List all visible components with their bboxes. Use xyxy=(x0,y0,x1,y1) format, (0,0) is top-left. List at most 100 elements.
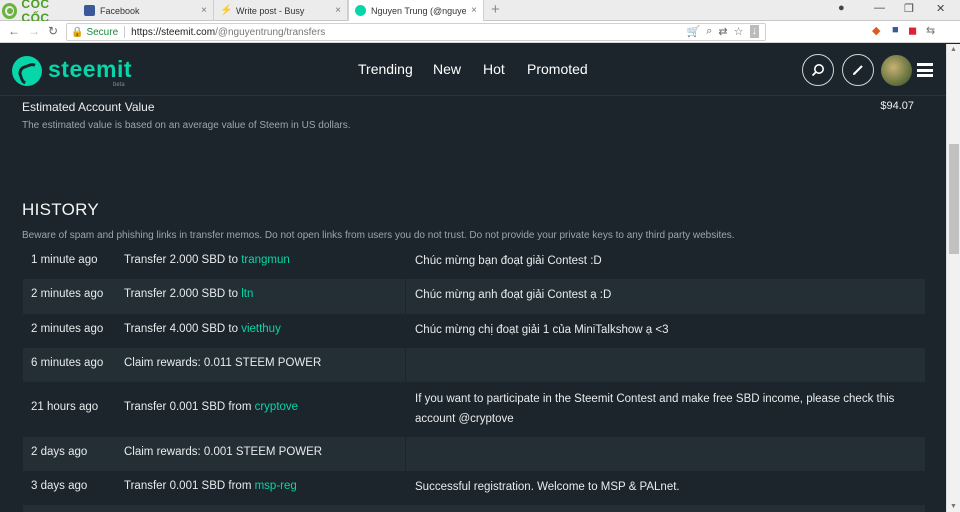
nav-promoted[interactable]: Promoted xyxy=(527,61,588,77)
url-host: https://steemit.com xyxy=(131,26,216,38)
reload-icon[interactable]: ↻ xyxy=(48,24,58,38)
table-row: 2 minutes ago Transfer 4.000 SBD to viet… xyxy=(23,314,925,348)
url-field[interactable]: 🔒 Secure https://steemit.com/@nguyentrun… xyxy=(66,23,766,41)
back-icon[interactable]: ← xyxy=(8,24,20,38)
star-icon[interactable]: ☆ xyxy=(734,25,744,38)
extension-red-icon[interactable]: ◼ xyxy=(908,24,917,37)
row-desc-text: Transfer 0.001 SBD from xyxy=(124,480,255,492)
row-time: 6 minutes ago xyxy=(31,357,104,369)
row-memo: Chúc mừng anh đoạt giải Contest ạ :D xyxy=(415,289,612,301)
close-icon[interactable]: × xyxy=(471,5,477,16)
extension-shield-icon[interactable]: ■ xyxy=(892,24,899,36)
row-description: Transfer 4.000 SBD to vietthuy xyxy=(124,323,281,335)
search-icon xyxy=(811,64,824,77)
address-bar: ← → ↻ 🔒 Secure https://steemit.com/@nguy… xyxy=(0,21,960,43)
zoom-icon[interactable]: ⌕ xyxy=(706,25,712,38)
omnibox-icons: 🛒 ⌕ ⇄ ☆ ↓ xyxy=(687,25,759,38)
divider xyxy=(405,279,406,314)
profile-icon[interactable]: ● xyxy=(838,2,845,14)
nav-trending[interactable]: Trending xyxy=(358,61,413,77)
facebook-icon xyxy=(84,5,95,16)
restore-icon[interactable]: ❐ xyxy=(904,2,914,15)
row-desc-text: Transfer 0.001 SBD from xyxy=(124,401,255,413)
row-user-link[interactable]: vietthuy xyxy=(241,323,281,335)
row-memo: Chúc mừng chị đoạt giải 1 của MiniTalksh… xyxy=(415,324,669,336)
secure-label: Secure xyxy=(86,26,119,38)
cart-icon[interactable]: 🛒 xyxy=(687,25,701,38)
history-heading: HISTORY xyxy=(22,200,100,219)
nav-new[interactable]: New xyxy=(433,61,461,77)
row-user-link[interactable]: trangmun xyxy=(241,254,290,266)
menu-icon[interactable] xyxy=(917,63,933,77)
nav-hot[interactable]: Hot xyxy=(483,61,505,77)
divider xyxy=(124,26,126,38)
row-description: Claim rewards: 0.011 STEEM POWER xyxy=(124,357,321,369)
row-description: Transfer 0.001 SBD from msp-reg xyxy=(124,480,297,492)
lock-icon: 🔒 xyxy=(71,26,84,38)
row-user-link[interactable]: msp-reg xyxy=(255,480,297,492)
steemit-wordmark[interactable]: steemit xyxy=(48,56,132,83)
coccoc-logo-icon xyxy=(2,2,18,19)
forward-icon[interactable]: → xyxy=(28,24,40,38)
new-tab-button[interactable]: + xyxy=(491,1,500,18)
tab-busy[interactable]: ⚡ Write post - Busy × xyxy=(214,0,348,21)
table-row xyxy=(23,505,925,512)
row-description: Transfer 2.000 SBD to ltn xyxy=(124,288,253,300)
divider xyxy=(405,437,406,471)
row-desc-text: Transfer 2.000 SBD to xyxy=(124,288,242,300)
url-path: /@nguyentrung/transfers xyxy=(215,26,326,38)
extension-settings-icon[interactable]: ⇆ xyxy=(926,24,935,37)
table-row: 3 days ago Transfer 0.001 SBD from msp-r… xyxy=(23,471,925,505)
steemit-favicon-icon xyxy=(355,5,366,16)
tab-title: Write post - Busy xyxy=(236,5,305,16)
browser-brand[interactable]: CỐC CỐC xyxy=(0,0,78,25)
avatar[interactable] xyxy=(881,55,912,86)
row-user-link[interactable]: cryptove xyxy=(255,401,298,413)
row-desc-text: Transfer 2.000 SBD to xyxy=(124,254,242,266)
history-table: 1 minute ago Transfer 2.000 SBD to trang… xyxy=(23,245,925,512)
account-value-description: The estimated value is based on an avera… xyxy=(22,120,351,131)
close-icon[interactable]: × xyxy=(335,5,341,16)
table-row: 2 minutes ago Transfer 2.000 SBD to ltn … xyxy=(23,279,925,314)
row-time: 3 days ago xyxy=(31,480,88,492)
browser-tab-strip: CỐC CỐC Facebook × ⚡ Write post - Busy ×… xyxy=(0,0,960,25)
row-user-link[interactable]: ltn xyxy=(241,288,253,300)
translate-icon[interactable]: ⇄ xyxy=(718,25,727,38)
tab-steemit[interactable]: Nguyen Trung (@nguyent × xyxy=(348,0,484,21)
scroll-down-icon[interactable]: ▼ xyxy=(950,503,957,510)
steemit-logo-icon[interactable] xyxy=(12,56,42,86)
close-icon[interactable]: × xyxy=(201,5,207,16)
row-time: 2 minutes ago xyxy=(31,288,104,300)
row-description: Transfer 0.001 SBD from cryptove xyxy=(124,401,298,413)
table-row: 1 minute ago Transfer 2.000 SBD to trang… xyxy=(23,245,925,279)
lightning-icon: ⚡ xyxy=(220,5,233,16)
tab-facebook[interactable]: Facebook × xyxy=(78,0,214,21)
window-close-icon[interactable]: ✕ xyxy=(936,2,945,15)
row-time: 2 minutes ago xyxy=(31,323,104,335)
row-description: Claim rewards: 0.001 STEEM POWER xyxy=(124,446,322,458)
tab-title: Nguyen Trung (@nguyent xyxy=(371,5,467,16)
table-row: 2 days ago Claim rewards: 0.001 STEEM PO… xyxy=(23,437,925,471)
write-post-button[interactable] xyxy=(842,54,874,86)
beta-label: beta xyxy=(113,82,125,88)
table-row: 21 hours ago Transfer 0.001 SBD from cry… xyxy=(23,382,925,437)
download-icon[interactable]: ↓ xyxy=(749,25,759,38)
search-button[interactable] xyxy=(802,54,834,86)
pencil-icon xyxy=(853,65,863,75)
scrollbar[interactable]: ▲ ▼ xyxy=(946,44,960,512)
wallet-content: Estimated Account Value $94.07 The estim… xyxy=(0,96,946,512)
divider xyxy=(405,348,406,382)
scrollbar-thumb[interactable] xyxy=(949,144,959,254)
row-time: 2 days ago xyxy=(31,446,88,458)
minimize-icon[interactable]: — xyxy=(874,2,885,14)
table-row: 6 minutes ago Claim rewards: 0.011 STEEM… xyxy=(23,348,925,382)
scroll-up-icon[interactable]: ▲ xyxy=(950,46,957,53)
row-memo: If you want to participate in the Steemi… xyxy=(415,393,895,425)
row-description: Transfer 2.000 SBD to trangmun xyxy=(124,254,290,266)
row-memo: Chúc mừng bạn đoạt giải Contest :D xyxy=(415,255,602,267)
tab-title: Facebook xyxy=(100,5,140,16)
account-value-amount[interactable]: $94.07 xyxy=(880,100,914,112)
row-desc-text: Transfer 4.000 SBD to xyxy=(124,323,242,335)
row-memo: Successful registration. Welcome to MSP … xyxy=(415,481,680,493)
extension-fox-icon[interactable]: ◆ xyxy=(872,24,880,37)
